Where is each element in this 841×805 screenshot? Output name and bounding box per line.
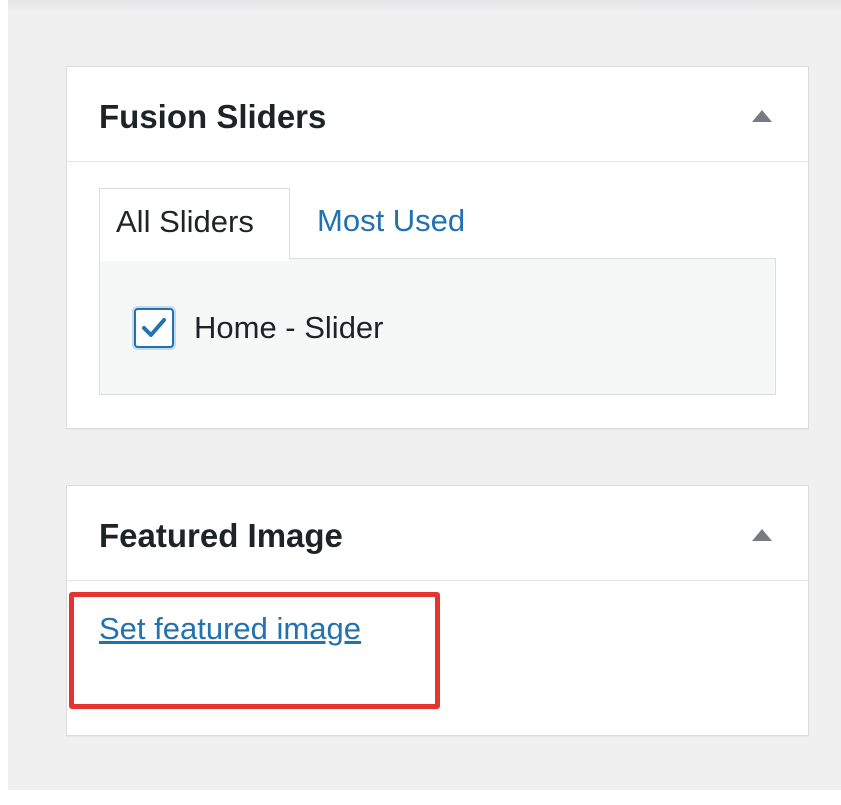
tab-all-sliders[interactable]: All Sliders <box>99 188 290 258</box>
featured-image-title: Featured Image <box>99 517 343 554</box>
top-shadow <box>8 0 841 10</box>
fusion-sliders-title: Fusion Sliders <box>99 98 327 135</box>
fusion-sliders-header[interactable]: Fusion Sliders <box>67 67 808 162</box>
collapse-triangle-icon[interactable] <box>752 529 772 541</box>
tab-most-used[interactable]: Most Used <box>317 188 465 258</box>
collapse-triangle-icon[interactable] <box>752 110 772 122</box>
slider-item-home[interactable]: Home - Slider <box>134 306 384 350</box>
featured-image-header[interactable]: Featured Image <box>67 486 808 581</box>
all-sliders-panel: Home - Slider <box>99 258 776 395</box>
home-slider-checkbox[interactable] <box>134 308 174 348</box>
checkmark-icon <box>142 318 166 337</box>
fusion-sliders-box: Fusion Sliders All Sliders Most Used Hom… <box>66 66 809 429</box>
active-tab-joint <box>100 255 289 261</box>
red-highlight-box <box>69 592 440 709</box>
home-slider-label: Home - Slider <box>194 310 384 345</box>
